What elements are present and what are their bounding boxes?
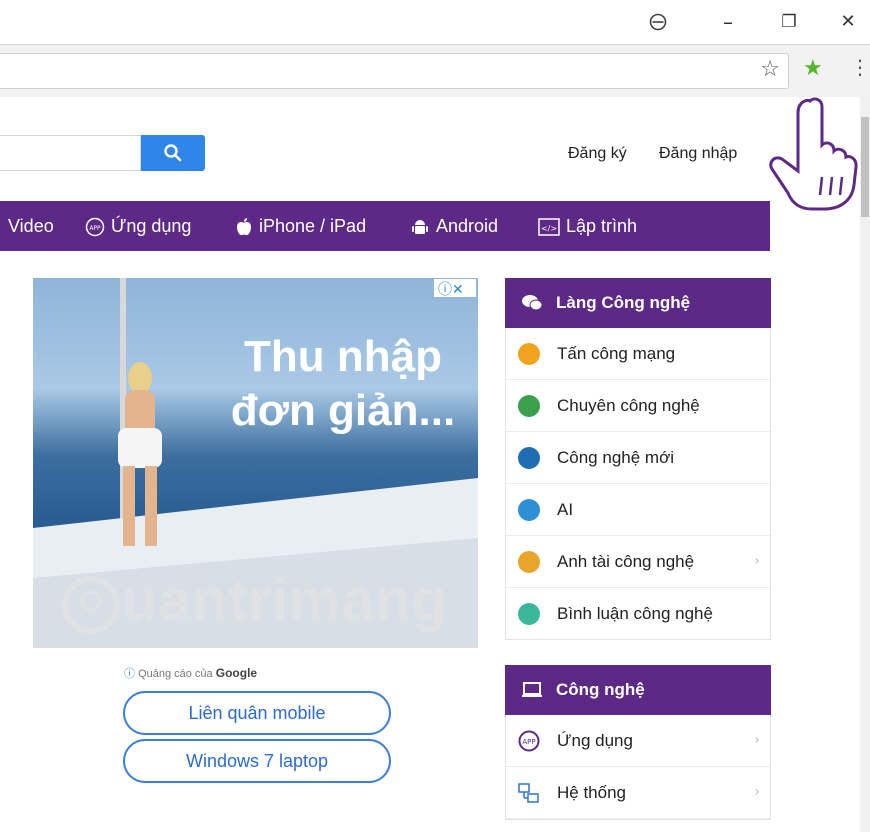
chat-bubbles-icon bbox=[522, 295, 543, 311]
ad-link-lien-quan[interactable]: Liên quân mobile bbox=[123, 691, 391, 735]
search-icon bbox=[164, 144, 182, 162]
info-icon: ⓘ bbox=[124, 668, 135, 680]
sidebar-item-chuyen-cong-nghe[interactable]: Chuyên công nghệ bbox=[506, 380, 770, 432]
browser-toolbar: ☆ ★ ⋮ bbox=[0, 44, 870, 98]
register-link[interactable]: Đăng ký bbox=[568, 145, 627, 163]
sidebar-item-he-thong[interactable]: Hệ thống › bbox=[506, 767, 770, 819]
watermark-logo: uantrimang bbox=[60, 567, 448, 636]
svg-text:</>: </> bbox=[541, 224, 557, 233]
browser-menu-icon[interactable]: ⋮ bbox=[850, 55, 870, 79]
nav-item-programming[interactable]: </> Lập trình bbox=[538, 201, 637, 251]
person-icon bbox=[518, 551, 540, 573]
android-icon bbox=[412, 220, 428, 235]
address-bar[interactable]: ☆ bbox=[0, 53, 789, 89]
sidebar-list-lang-cong-nghe: Tấn công mạng Chuyên công nghệ Công nghệ… bbox=[505, 328, 771, 640]
network-icon bbox=[518, 783, 539, 803]
pointing-hand-icon bbox=[769, 97, 858, 211]
sidebar-item-cong-nghe-moi[interactable]: Công nghệ mới bbox=[506, 432, 770, 484]
web-page: Đăng ký Đăng nhập Video APP Ứng dụng iPho… bbox=[0, 97, 860, 832]
sidebar-item-binh-luan-cong-nghe[interactable]: Bình luận công nghệ bbox=[506, 588, 770, 639]
nav-item-video[interactable]: Video bbox=[8, 201, 54, 251]
chevron-right-icon: › bbox=[754, 553, 760, 569]
laptop-icon bbox=[522, 682, 542, 697]
sidebar-item-ai[interactable]: AI bbox=[506, 484, 770, 536]
scrollbar-thumb[interactable] bbox=[861, 117, 869, 217]
sidebar-list-cong-nghe: APP Ứng dụng › Hệ thống › bbox=[505, 715, 771, 820]
ad-headline: Thu nhập đơn giản... bbox=[230, 332, 456, 435]
megaphone-icon bbox=[518, 395, 540, 417]
sidebar-item-ung-dung[interactable]: APP Ứng dụng › bbox=[506, 715, 770, 767]
search-button[interactable] bbox=[141, 135, 205, 171]
nav-item-iphone[interactable]: iPhone / iPad bbox=[235, 201, 366, 251]
new-tech-icon bbox=[518, 447, 540, 469]
svg-text:APP: APP bbox=[89, 225, 101, 232]
bookmark-star-icon[interactable]: ☆ bbox=[760, 57, 780, 82]
extension-icon[interactable]: ★ bbox=[803, 56, 823, 81]
browser-titlebar: – ❐ ✕ bbox=[0, 0, 870, 44]
lightbulb-icon bbox=[62, 575, 120, 634]
nav-item-android[interactable]: Android bbox=[410, 201, 498, 251]
login-link[interactable]: Đăng nhập bbox=[659, 145, 737, 163]
account-icon[interactable] bbox=[643, 8, 673, 38]
ad-attribution: ⓘ Quảng cáo của Google bbox=[124, 666, 258, 680]
nav-item-apps[interactable]: APP Ứng dụng bbox=[85, 201, 191, 251]
app-icon: APP bbox=[85, 218, 105, 237]
sidebar-item-tan-cong-mang[interactable]: Tấn công mạng bbox=[506, 328, 770, 380]
sidebar-header-cong-nghe[interactable]: Công nghệ bbox=[505, 665, 771, 715]
minimize-button[interactable]: – bbox=[713, 8, 743, 36]
app-icon: APP bbox=[518, 730, 540, 752]
svg-text:APP: APP bbox=[522, 738, 535, 746]
close-button[interactable]: ✕ bbox=[833, 8, 863, 36]
chevron-right-icon: › bbox=[754, 784, 760, 800]
ai-icon bbox=[518, 499, 540, 521]
main-nav: Video APP Ứng dụng iPhone / iPad Android … bbox=[0, 201, 770, 251]
ad-choices-icon[interactable]: ⓘ✕ bbox=[434, 279, 476, 298]
restore-button[interactable]: ❐ bbox=[774, 8, 804, 36]
apple-icon bbox=[237, 218, 251, 236]
ad-link-windows-laptop[interactable]: Windows 7 laptop bbox=[123, 739, 391, 783]
hacker-icon bbox=[518, 343, 540, 365]
chevron-right-icon: › bbox=[754, 732, 760, 748]
comment-icon bbox=[518, 603, 540, 625]
sidebar-item-anh-tai-cong-nghe[interactable]: Anh tài công nghệ › bbox=[506, 536, 770, 588]
search-input[interactable] bbox=[0, 135, 141, 171]
sidebar-header-lang-cong-nghe[interactable]: Làng Công nghệ bbox=[505, 278, 771, 328]
code-icon: </> bbox=[538, 218, 560, 236]
